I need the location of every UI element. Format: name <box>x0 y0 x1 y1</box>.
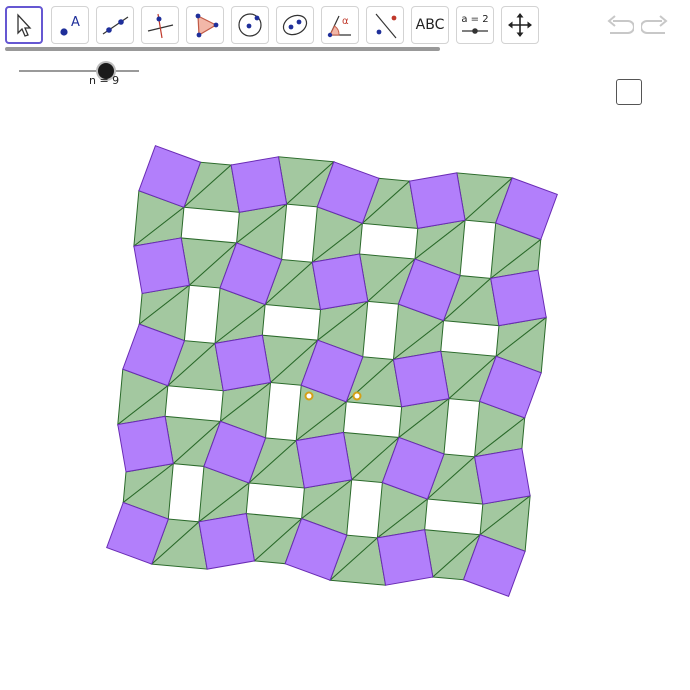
tiling-square[interactable] <box>295 431 353 489</box>
slider-track[interactable] <box>19 70 139 72</box>
construction-point[interactable] <box>304 391 314 401</box>
tiling-canvas[interactable] <box>0 0 690 690</box>
construction-point[interactable] <box>352 391 362 401</box>
tiling-square[interactable] <box>408 172 466 229</box>
tiling-square[interactable] <box>230 156 288 213</box>
tiling-square[interactable] <box>117 415 174 473</box>
tiling-square[interactable] <box>392 350 450 408</box>
slider-label: n = 9 <box>89 74 120 87</box>
tiling-square[interactable] <box>490 269 547 327</box>
show-checkbox[interactable] <box>616 79 642 105</box>
tiling-square[interactable] <box>376 529 434 586</box>
tiling-square[interactable] <box>214 334 272 392</box>
tiling-square[interactable] <box>198 513 256 570</box>
tiling-square[interactable] <box>474 447 531 505</box>
tiling-square[interactable] <box>311 253 369 311</box>
tiling-square[interactable] <box>133 237 190 295</box>
